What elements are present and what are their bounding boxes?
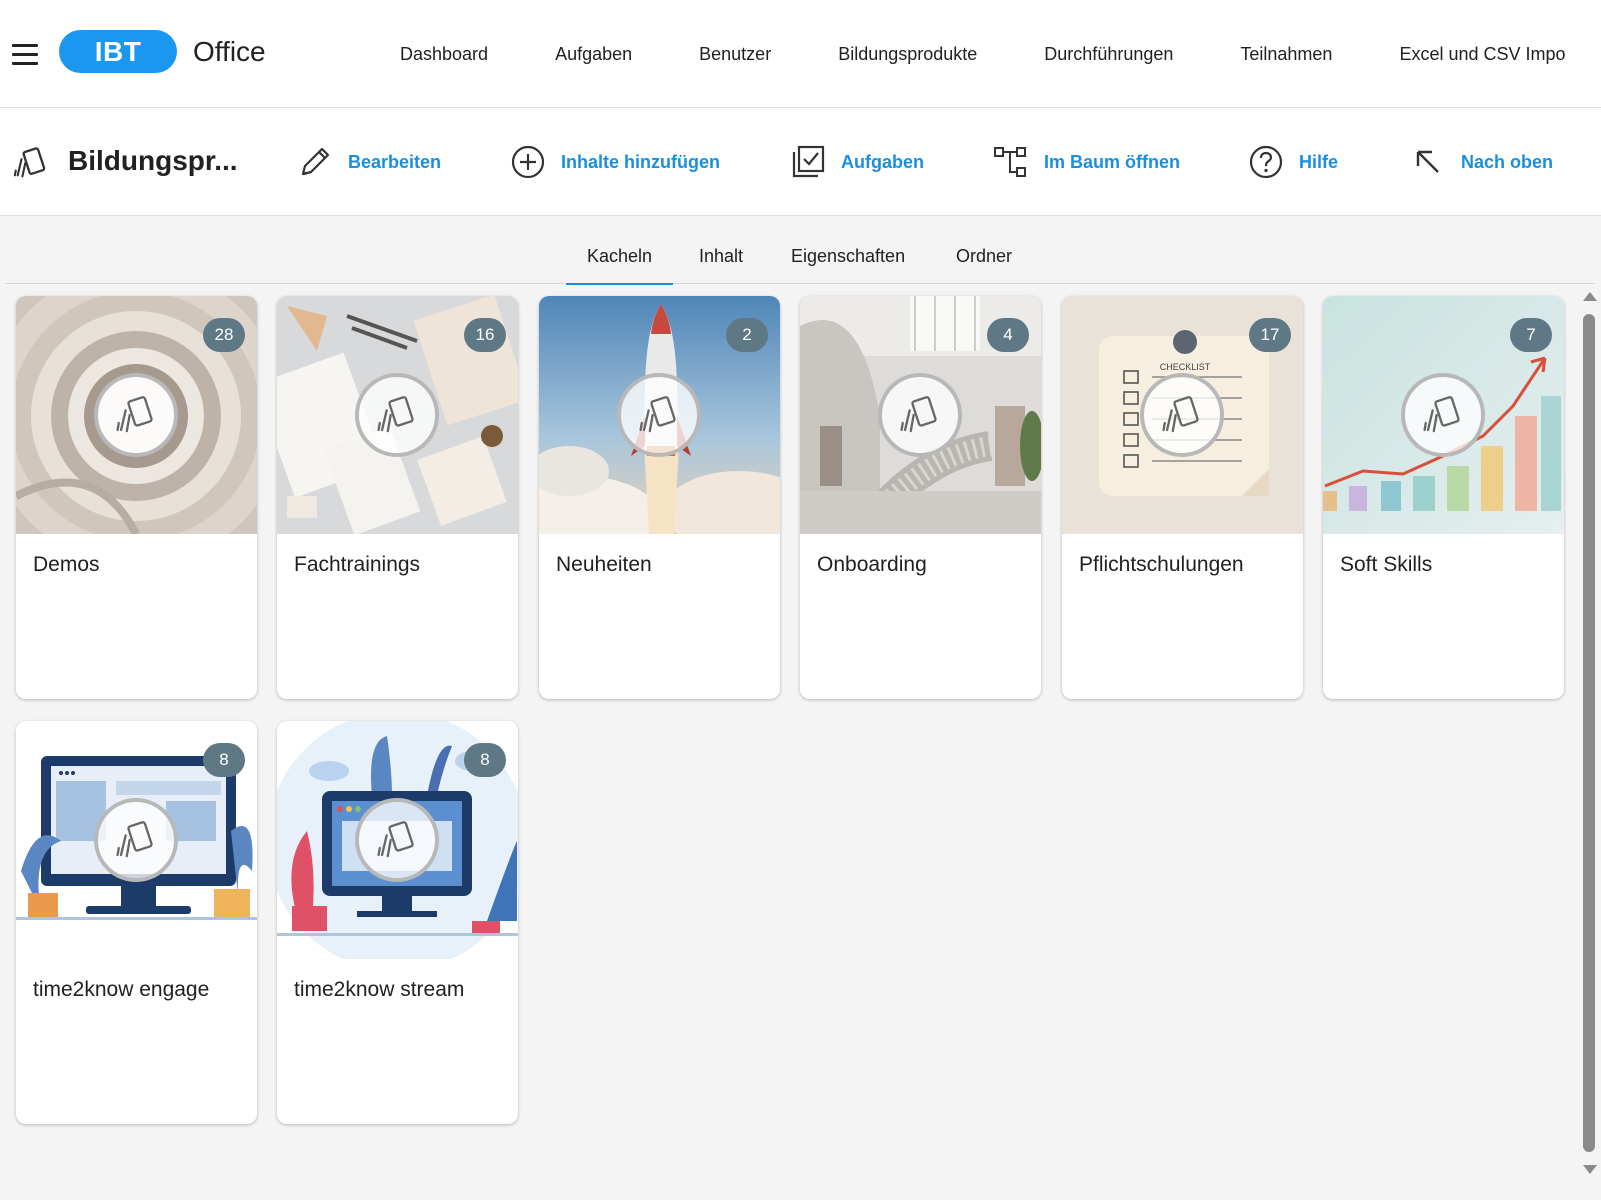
tile-title: Pflichtschulungen — [1079, 553, 1244, 576]
tab-eigenschaften[interactable]: Eigenschaften — [791, 246, 905, 284]
nav-bildungsprodukte[interactable]: Bildungsprodukte — [838, 44, 977, 65]
tile-pflichtschulungen[interactable]: CHECKLIST 17 Pflichtschulungen — [1062, 296, 1303, 699]
open-in-tree-button[interactable]: Im Baum öffnen — [993, 142, 1180, 182]
tile-image: 8 — [16, 721, 257, 959]
content-count-badge: 8 — [464, 743, 506, 777]
tile-image: 7 — [1323, 296, 1564, 534]
tile-demos[interactable]: 28 Demos — [16, 296, 257, 699]
tile-time2know-stream[interactable]: 8 time2know stream — [277, 721, 518, 1124]
help-label: Hilfe — [1299, 151, 1339, 172]
tab-inhalt[interactable]: Inhalt — [699, 246, 743, 284]
tree-icon — [994, 147, 1026, 177]
nav-excel-csv-import[interactable]: Excel und CSV Impo — [1399, 44, 1565, 65]
tile-image: 4 — [800, 296, 1041, 534]
go-up-label: Nach oben — [1461, 151, 1554, 172]
hamburger-menu-icon[interactable] — [12, 38, 44, 70]
plus-circle-icon — [511, 145, 545, 179]
add-content-button[interactable]: Inhalte hinzufügen — [510, 142, 720, 182]
content-count-badge: 16 — [464, 318, 506, 352]
edit-label: Bearbeiten — [348, 151, 442, 172]
arrow-up-left-icon — [1416, 150, 1439, 173]
help-button[interactable]: Hilfe — [1248, 142, 1338, 182]
nav-benutzer[interactable]: Benutzer — [699, 44, 771, 65]
product-placeholder-icon — [1401, 373, 1485, 457]
product-placeholder-icon — [617, 373, 701, 457]
vertical-scrollbar[interactable] — [1578, 286, 1600, 1180]
tile-neuheiten[interactable]: 2 Neuheiten — [539, 296, 780, 699]
edit-button[interactable]: Bearbeiten — [297, 142, 441, 182]
tile-image: CHECKLIST 17 — [1062, 296, 1303, 534]
pencil-icon — [301, 147, 330, 176]
help-icon — [1249, 145, 1283, 179]
content-count-badge: 2 — [726, 318, 768, 352]
tile-soft-skills[interactable]: 7 Soft Skills — [1323, 296, 1564, 699]
nav-durchfuehrungen[interactable]: Durchführungen — [1044, 44, 1173, 65]
product-placeholder-icon — [1140, 373, 1224, 457]
tile-title: Soft Skills — [1340, 553, 1433, 576]
main-navigation: Dashboard Aufgaben Benutzer Bildungsprod… — [400, 0, 1601, 107]
product-placeholder-icon — [355, 798, 439, 882]
tasks-button[interactable]: Aufgaben — [790, 142, 924, 182]
content-count-badge: 7 — [1510, 318, 1552, 352]
product-placeholder-icon — [94, 798, 178, 882]
go-up-button[interactable]: Nach oben — [1410, 142, 1553, 182]
product-placeholder-icon — [355, 373, 439, 457]
add-content-label: Inhalte hinzufügen — [561, 151, 720, 172]
scrollbar-thumb[interactable] — [1583, 314, 1595, 1152]
scroll-down-arrow-icon[interactable] — [1583, 1165, 1597, 1174]
tile-title: Fachtrainings — [294, 553, 421, 576]
tab-kacheln[interactable]: Kacheln — [565, 246, 674, 285]
tile-onboarding[interactable]: 4 Onboarding — [800, 296, 1041, 699]
product-placeholder-icon — [878, 373, 962, 457]
tile-title: Neuheiten — [556, 553, 652, 576]
checklist-caption: CHECKLIST — [1160, 362, 1211, 372]
tab-ordner[interactable]: Ordner — [956, 246, 1012, 284]
top-app-bar: IBT Office Dashboard Aufgaben Benutzer B… — [0, 0, 1601, 108]
tile-title: Demos — [33, 553, 100, 576]
tile-image: 16 — [277, 296, 518, 534]
view-tabs: Kacheln Inhalt Eigenschaften Ordner — [5, 216, 1595, 285]
nav-dashboard[interactable]: Dashboard — [400, 44, 488, 65]
page-title: Bildungspr... — [68, 145, 238, 176]
nav-teilnahmen[interactable]: Teilnahmen — [1240, 44, 1332, 65]
tile-title: time2know stream — [294, 978, 465, 1001]
content-count-badge: 4 — [987, 318, 1029, 352]
content-count-badge: 17 — [1249, 318, 1291, 352]
tile-image: 8 — [277, 721, 518, 959]
open-in-tree-label: Im Baum öffnen — [1044, 151, 1181, 172]
tile-fachtrainings[interactable]: 16 Fachtrainings — [277, 296, 518, 699]
tile-time2know-engage[interactable]: 8 time2know engage — [16, 721, 257, 1124]
nav-aufgaben[interactable]: Aufgaben — [555, 44, 632, 65]
content-count-badge: 8 — [203, 743, 245, 777]
tile-title: Onboarding — [817, 553, 927, 576]
tile-image: 2 — [539, 296, 780, 534]
scroll-up-arrow-icon[interactable] — [1583, 292, 1597, 301]
page-toolbar: Bildungspr... Bearbeiten Inhalte hinzufü… — [0, 108, 1601, 216]
content-count-badge: 28 — [203, 318, 245, 352]
ibt-logo[interactable]: IBT — [59, 30, 177, 73]
app-name: Office — [193, 36, 266, 67]
checklist-icon — [792, 145, 825, 178]
product-placeholder-icon — [94, 373, 178, 457]
tile-title: time2know engage — [33, 978, 210, 1001]
tasks-label: Aufgaben — [841, 151, 924, 172]
education-product-icon — [13, 147, 46, 178]
tile-image: 28 — [16, 296, 257, 534]
